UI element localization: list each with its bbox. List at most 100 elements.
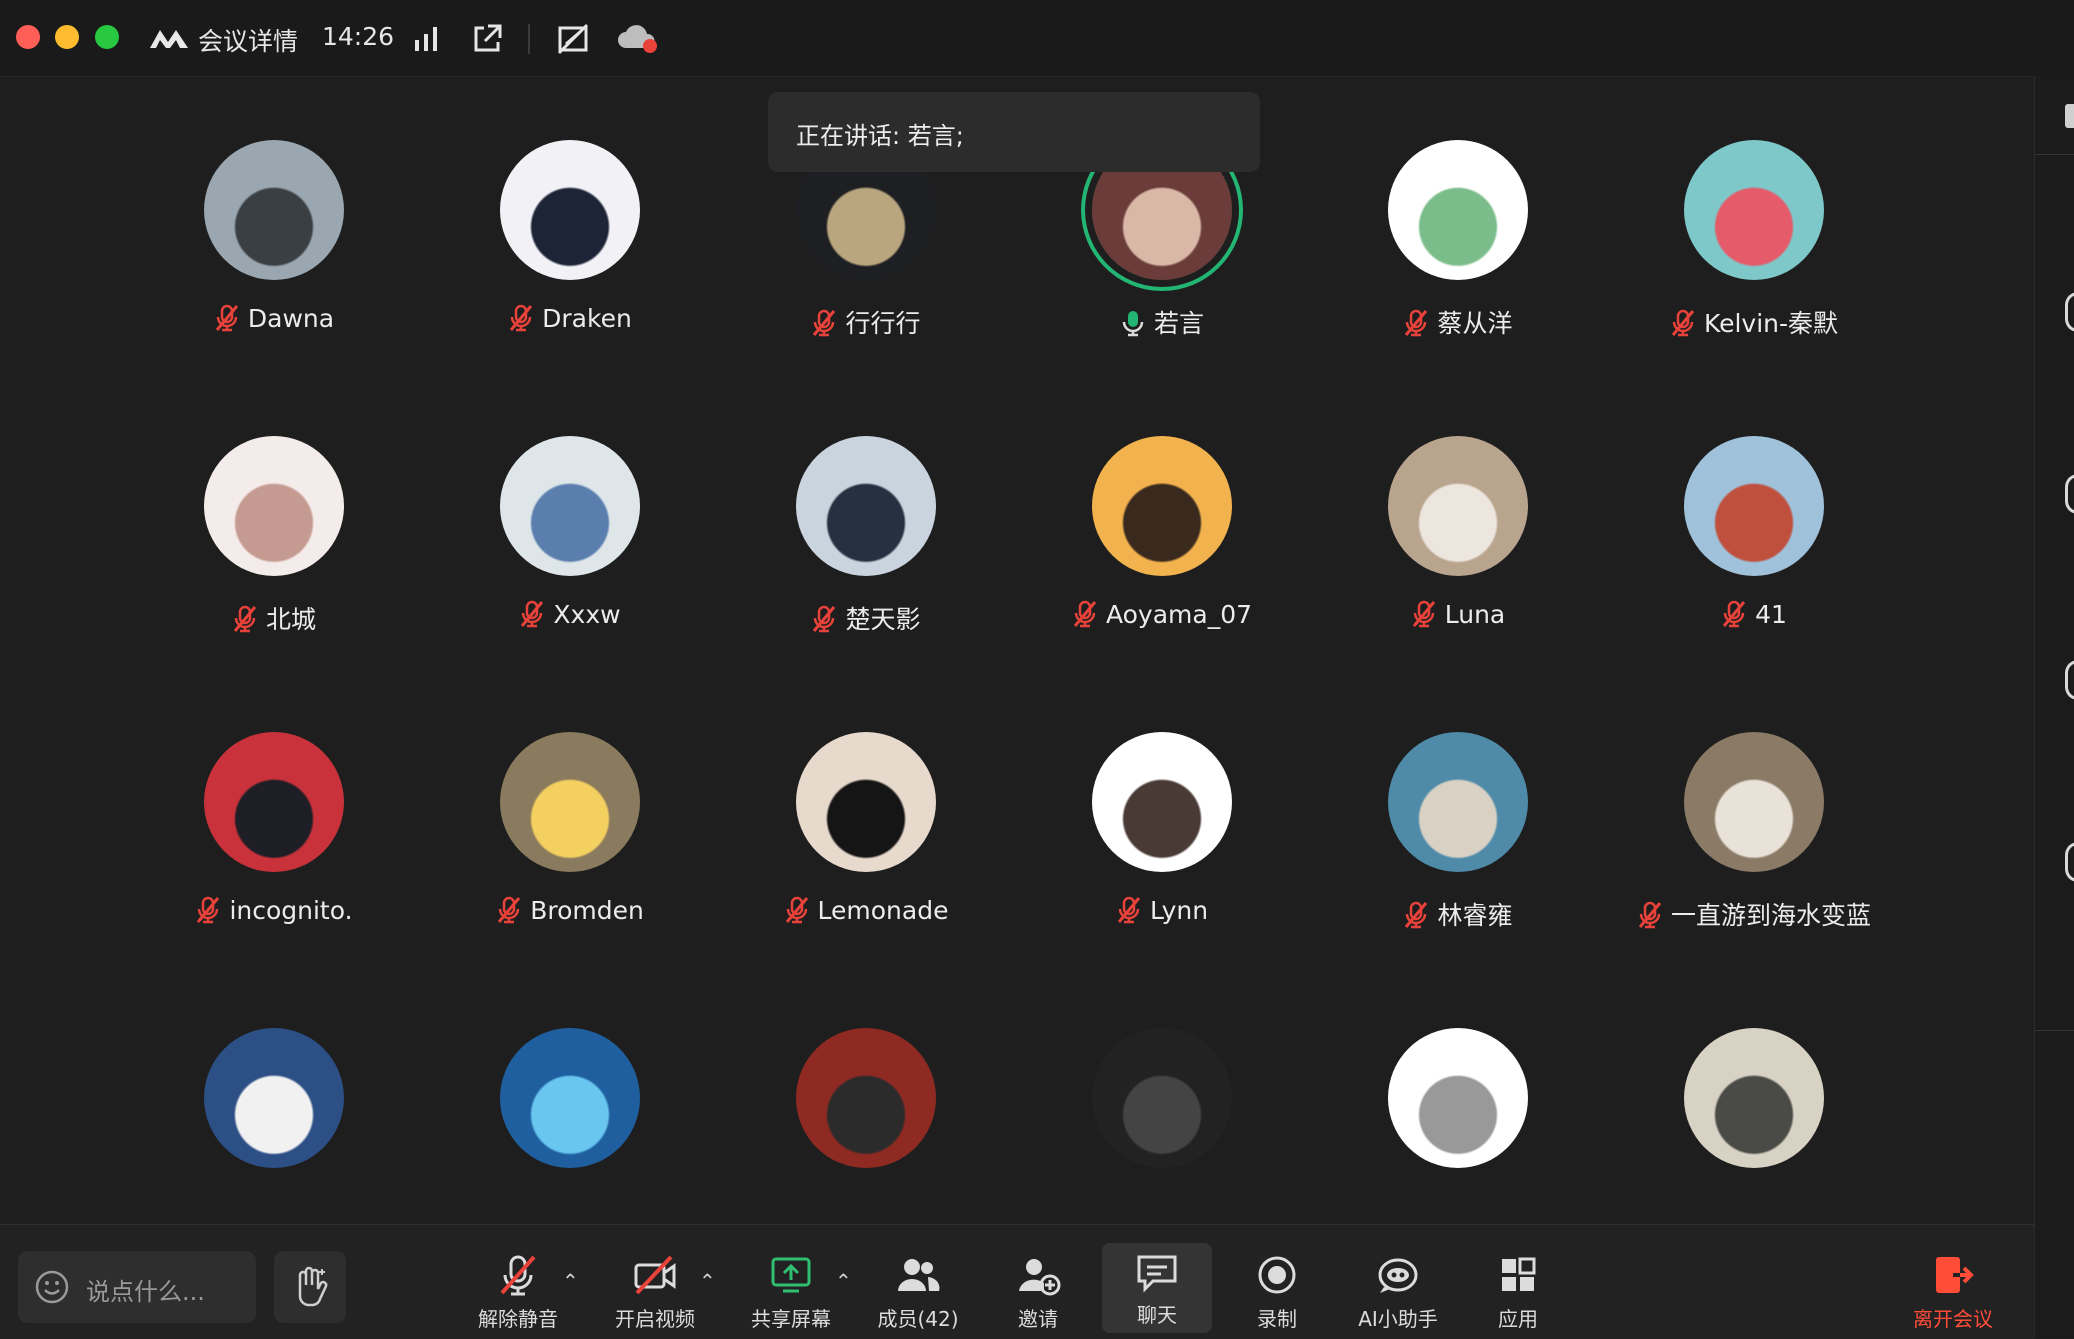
participant-avatar[interactable] — [1092, 732, 1232, 872]
ai-assistant-button[interactable]: AI小助手 — [1343, 1253, 1453, 1333]
participant-avatar[interactable] — [1092, 1028, 1232, 1168]
participant-avatar[interactable] — [1684, 1028, 1824, 1168]
participant-tile[interactable] — [718, 894, 1014, 1168]
share-options-chevron-icon[interactable]: ⌃ — [835, 1269, 852, 1293]
participant-tile[interactable]: Xxxw — [422, 302, 718, 629]
participant-avatar[interactable] — [500, 1028, 640, 1168]
app-logo-icon — [150, 30, 188, 48]
participant-tile[interactable]: Lynn — [1014, 598, 1310, 925]
panel-divider — [2035, 154, 2074, 155]
participant-tile[interactable]: 41 — [1606, 302, 1902, 629]
leave-meeting-button[interactable]: 离开会议 — [1898, 1253, 2008, 1333]
participant-tile[interactable]: 北城 — [126, 302, 422, 634]
participant-avatar[interactable] — [500, 732, 640, 872]
participant-tile[interactable]: 蔡从洋 — [1310, 76, 1606, 338]
panel-item-icon — [2065, 842, 2074, 882]
participant-avatar[interactable] — [204, 140, 344, 280]
leave-meeting-label: 离开会议 — [1913, 1307, 1993, 1331]
cloud-status-icon[interactable] — [616, 22, 660, 56]
participant-tile[interactable]: Luna — [1310, 302, 1606, 629]
minimize-window-button[interactable] — [55, 25, 79, 49]
participant-avatar[interactable] — [204, 1028, 344, 1168]
title-bar: 会议详情 14:26 — [0, 0, 2074, 77]
share-screen-icon — [771, 1257, 811, 1293]
apps-button[interactable]: 应用 — [1463, 1253, 1573, 1333]
signal-strength-icon[interactable] — [410, 22, 444, 56]
participant-avatar[interactable] — [1092, 436, 1232, 576]
close-window-button[interactable] — [16, 25, 40, 49]
unmute-button[interactable]: 解除静音 — [463, 1253, 573, 1333]
share-screen-button[interactable]: 共享屏幕 — [736, 1253, 846, 1333]
participant-tile[interactable]: incognito. — [126, 598, 422, 925]
mic-muted-icon — [500, 1255, 536, 1296]
participant-tile[interactable]: Aoyama_07 — [1014, 302, 1310, 629]
participant-avatar[interactable] — [796, 732, 936, 872]
chat-button[interactable]: 聊天 — [1102, 1243, 1212, 1333]
apps-label: 应用 — [1498, 1307, 1538, 1331]
active-speaker-banner: 正在讲话: 若言; — [768, 92, 1260, 172]
participant-avatar[interactable] — [1684, 732, 1824, 872]
participant-avatar[interactable] — [1388, 436, 1528, 576]
participant-avatar[interactable] — [204, 436, 344, 576]
participant-tile[interactable]: Bromden — [422, 598, 718, 925]
leave-icon — [1936, 1257, 1974, 1293]
participant-tile[interactable]: Dawna — [126, 76, 422, 333]
titlebar-divider — [528, 24, 530, 54]
members-button[interactable]: 成员(42) — [863, 1253, 973, 1333]
participant-tile[interactable]: Draken — [422, 76, 718, 333]
participant-avatar[interactable] — [1684, 436, 1824, 576]
quick-chat-input[interactable]: 说点什么... — [18, 1251, 256, 1323]
panel-flag-icon — [2065, 104, 2074, 128]
apps-icon — [1502, 1257, 1536, 1291]
participant-avatar[interactable] — [796, 1028, 936, 1168]
video-options-chevron-icon[interactable]: ⌃ — [699, 1269, 716, 1293]
zoom-window-button[interactable] — [95, 25, 119, 49]
record-label: 录制 — [1257, 1307, 1297, 1331]
ai-assistant-label: AI小助手 — [1358, 1307, 1438, 1331]
participant-tile[interactable]: 楚天影 — [718, 302, 1014, 634]
participant-avatar[interactable] — [796, 436, 936, 576]
start-video-button[interactable]: 开启视频 — [600, 1253, 710, 1333]
participant-tile[interactable] — [1606, 894, 1902, 1168]
record-button[interactable]: 录制 — [1222, 1253, 1332, 1333]
participant-tile[interactable]: Kelvin-秦默 — [1606, 76, 1902, 338]
participant-avatar[interactable] — [1388, 140, 1528, 280]
share-screen-label: 共享屏幕 — [751, 1307, 831, 1331]
participant-tile[interactable]: 一直游到海水变蓝 — [1606, 598, 1902, 930]
annotation-off-icon[interactable] — [556, 22, 590, 56]
panel-item-icon — [2065, 292, 2074, 332]
unmute-label: 解除静音 — [478, 1307, 558, 1331]
emoji-icon[interactable] — [34, 1269, 70, 1305]
invite-button[interactable]: 邀请 — [983, 1253, 1093, 1333]
invite-label: 邀请 — [1018, 1307, 1058, 1331]
meeting-toolbar: 说点什么... 解除静音 ⌃ 开启视频 ⌃ 共享屏幕 ⌃ 成员(42) 邀请 聊… — [0, 1224, 2034, 1339]
participant-avatar[interactable] — [500, 140, 640, 280]
participant-avatar[interactable] — [500, 436, 640, 576]
raise-hand-button[interactable] — [274, 1251, 346, 1323]
participant-avatar[interactable] — [1388, 732, 1528, 872]
participant-tile[interactable] — [1014, 894, 1310, 1168]
participant-avatar[interactable] — [1388, 1028, 1528, 1168]
participant-avatar[interactable] — [204, 732, 344, 872]
camera-off-icon — [634, 1255, 676, 1295]
raise-hand-icon — [298, 1266, 328, 1307]
active-speaker-text: 正在讲话: 若言; — [796, 122, 964, 150]
participant-tile[interactable] — [1310, 894, 1606, 1168]
participant-tile[interactable]: 林睿雍 — [1310, 598, 1606, 930]
chat-label: 聊天 — [1137, 1303, 1177, 1327]
participant-tile[interactable] — [422, 894, 718, 1168]
panel-item-icon — [2065, 660, 2074, 700]
pop-out-icon[interactable] — [470, 22, 504, 56]
panel-item-icon — [2065, 474, 2074, 514]
participant-tile[interactable]: Lemonade — [718, 598, 1014, 925]
chat-placeholder: 说点什么... — [86, 1278, 205, 1306]
side-panel-edge[interactable] — [2034, 76, 2074, 1338]
chat-icon — [1137, 1255, 1177, 1293]
participant-avatar[interactable] — [1684, 140, 1824, 280]
audio-options-chevron-icon[interactable]: ⌃ — [562, 1269, 579, 1293]
start-video-label: 开启视频 — [615, 1307, 695, 1331]
meeting-info-link[interactable]: 会议详情 — [198, 22, 298, 58]
record-icon — [1258, 1256, 1296, 1294]
participant-tile[interactable] — [126, 894, 422, 1168]
panel-divider — [2035, 1030, 2074, 1031]
